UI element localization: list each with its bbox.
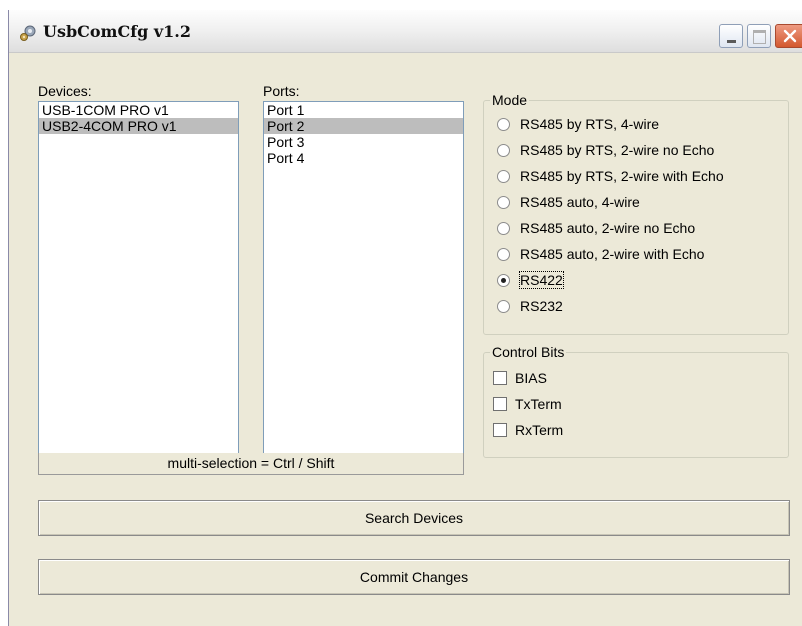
- search-devices-button[interactable]: Search Devices: [38, 500, 790, 536]
- mode-option-label: RS422: [519, 271, 564, 289]
- radio-checked-icon[interactable]: [497, 273, 510, 287]
- mode-option-label: RS232: [520, 298, 563, 314]
- checkbox-icon[interactable]: [493, 397, 507, 411]
- radio-unchecked-icon[interactable]: [497, 247, 510, 261]
- port-list-item[interactable]: Port 4: [264, 150, 463, 166]
- control-bit-option[interactable]: TxTerm: [493, 396, 562, 412]
- mode-option-label: RS485 by RTS, 2-wire no Echo: [520, 142, 715, 158]
- mode-option[interactable]: RS422: [497, 271, 564, 289]
- port-list-item[interactable]: Port 2: [264, 118, 463, 134]
- mode-option[interactable]: RS485 by RTS, 4-wire: [497, 116, 659, 132]
- device-list-item[interactable]: USB2-4COM PRO v1: [39, 118, 238, 134]
- radio-unchecked-icon[interactable]: [497, 299, 510, 313]
- radio-unchecked-icon[interactable]: [497, 221, 510, 235]
- title-bar[interactable]: UsbComCfg v1.2: [9, 10, 802, 53]
- mode-option[interactable]: RS485 by RTS, 2-wire no Echo: [497, 142, 714, 158]
- close-button[interactable]: [775, 24, 802, 48]
- mode-option-label: RS485 by RTS, 4-wire: [520, 116, 660, 132]
- checkbox-icon[interactable]: [493, 423, 507, 437]
- devices-label: Devices:: [38, 83, 92, 99]
- mode-option-label: RS485 auto, 4-wire: [520, 194, 640, 210]
- mode-option-label: RS485 auto, 2-wire no Echo: [520, 220, 696, 236]
- mode-option[interactable]: RS232: [497, 298, 563, 314]
- mode-legend: Mode: [492, 92, 528, 108]
- mode-option-label: RS485 by RTS, 2-wire with Echo: [520, 168, 724, 184]
- devices-listbox[interactable]: USB-1COM PRO v1 USB2-4COM PRO v1: [38, 101, 239, 454]
- port-list-item[interactable]: Port 1: [264, 102, 463, 118]
- close-icon: [783, 29, 797, 43]
- minimize-button[interactable]: [719, 24, 743, 48]
- control-bit-label: RxTerm: [515, 422, 564, 438]
- mode-option[interactable]: RS485 auto, 2-wire with Echo: [497, 246, 704, 262]
- control-bit-option[interactable]: RxTerm: [493, 422, 563, 438]
- commit-changes-button[interactable]: Commit Changes: [38, 559, 790, 595]
- control-bit-label: TxTerm: [515, 396, 562, 412]
- ports-listbox[interactable]: Port 1 Port 2 Port 3 Port 4: [263, 101, 464, 454]
- radio-unchecked-icon[interactable]: [497, 169, 510, 183]
- control-bit-label: BIAS: [515, 370, 547, 386]
- ports-label: Ports:: [263, 83, 300, 99]
- control-bits-legend: Control Bits: [492, 344, 565, 360]
- maximize-button[interactable]: [747, 24, 771, 48]
- mode-option[interactable]: RS485 auto, 2-wire no Echo: [497, 220, 695, 236]
- device-list-item[interactable]: USB-1COM PRO v1: [39, 102, 238, 118]
- port-list-item[interactable]: Port 3: [264, 134, 463, 150]
- multi-selection-hint: multi-selection = Ctrl / Shift: [38, 453, 464, 475]
- radio-unchecked-icon[interactable]: [497, 117, 510, 131]
- radio-unchecked-icon[interactable]: [497, 143, 510, 157]
- radio-unchecked-icon[interactable]: [497, 195, 510, 209]
- app-window: UsbComCfg v1.2 Devices: USB-1COM PRO v1 U…: [8, 10, 802, 626]
- window-title: UsbComCfg v1.2: [43, 22, 191, 41]
- checkbox-icon[interactable]: [493, 371, 507, 385]
- control-bit-option[interactable]: BIAS: [493, 370, 547, 386]
- app-gear-icon: [20, 25, 36, 41]
- mode-option[interactable]: RS485 by RTS, 2-wire with Echo: [497, 168, 724, 184]
- mode-option[interactable]: RS485 auto, 4-wire: [497, 194, 640, 210]
- mode-option-label: RS485 auto, 2-wire with Echo: [520, 246, 705, 262]
